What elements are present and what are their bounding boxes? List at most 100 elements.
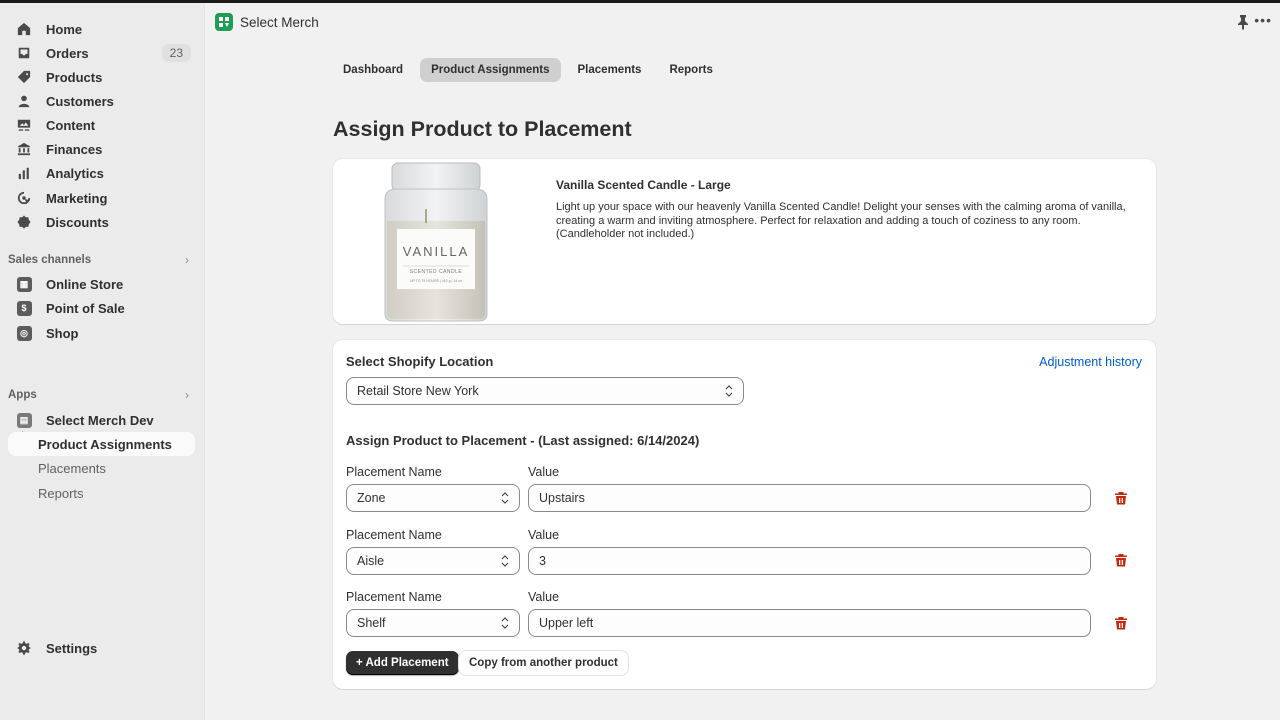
sidebar-item-label: Products	[46, 69, 103, 85]
location-label: Select Shopify Location	[346, 354, 494, 369]
product-image: VANILLA SCENTED CANDLE UP TO 75 HOURS | …	[384, 162, 488, 322]
app-title: Select Merch	[240, 14, 319, 30]
gear-icon	[16, 640, 32, 656]
placement-name-label: Placement Name	[346, 590, 442, 604]
placement-value-text: Upper left	[539, 616, 594, 630]
section-heading-label: Apps	[8, 389, 37, 401]
delete-icon[interactable]	[1114, 491, 1128, 505]
sidebar-item-label: Orders	[46, 45, 89, 61]
bank-icon	[16, 141, 32, 157]
store-icon: ▦	[16, 276, 32, 292]
select-updown-icon	[501, 492, 509, 504]
sidebar-item-label: Finances	[46, 141, 103, 157]
placement-value-input[interactable]: Upstairs	[528, 484, 1091, 512]
placement-name-value: Aisle	[357, 554, 385, 568]
adjustment-history-link[interactable]: Adjustment history	[1039, 355, 1142, 369]
image-small-text: UP TO 75 HOURS | 410 g / 14 oz	[410, 279, 462, 283]
sidebar-item-online-store[interactable]: ▦ Online Store	[8, 272, 195, 296]
person-icon	[16, 93, 32, 109]
orders-count-badge: 23	[161, 44, 191, 62]
sidebar-item-content[interactable]: Content	[8, 113, 195, 137]
placement-name-value: Zone	[357, 491, 386, 505]
sidebar-item-label: Discounts	[46, 214, 109, 230]
value-label: Value	[528, 528, 560, 542]
select-updown-icon	[501, 555, 509, 567]
select-updown-icon	[501, 617, 509, 629]
section-heading-label: Sales channels	[8, 254, 92, 266]
delete-icon[interactable]	[1114, 616, 1128, 630]
sidebar-item-label: Shop	[46, 325, 79, 341]
inbox-icon	[16, 45, 32, 61]
sidebar-item-label: Settings	[46, 640, 98, 656]
location-select[interactable]: Retail Store New York	[346, 377, 744, 405]
placement-name-select[interactable]: Shelf	[346, 609, 520, 637]
select-updown-icon	[725, 385, 733, 397]
sidebar-item-finances[interactable]: Finances	[8, 137, 195, 161]
product-card: VANILLA SCENTED CANDLE UP TO 75 HOURS | …	[333, 159, 1156, 324]
sidebar-subitem-placements[interactable]: Placements	[8, 456, 195, 480]
sidebar: Home Orders 23 Products Customers Conten…	[0, 3, 205, 720]
sidebar-item-marketing[interactable]: Marketing	[8, 186, 195, 210]
pos-icon: $	[16, 300, 32, 316]
sidebar-item-point-of-sale[interactable]: $ Point of Sale	[8, 296, 195, 320]
placement-value-text: 3	[539, 554, 546, 568]
value-label: Value	[528, 590, 560, 604]
placement-value-input[interactable]: Upper left	[528, 609, 1091, 637]
pin-icon[interactable]	[1236, 14, 1250, 30]
placement-name-select[interactable]: Aisle	[346, 547, 520, 575]
product-description: Light up your space with our heavenly Va…	[556, 201, 1126, 240]
tag-icon	[16, 69, 32, 85]
tab-dashboard[interactable]: Dashboard	[332, 58, 414, 82]
sidebar-item-label: Online Store	[46, 276, 124, 292]
copy-from-product-button[interactable]: Copy from another product	[459, 651, 628, 675]
app-tabs: Dashboard Product Assignments Placements…	[332, 58, 724, 82]
tab-reports[interactable]: Reports	[658, 58, 723, 82]
app-logo-icon	[215, 13, 233, 31]
app-header: Select Merch •••	[205, 3, 1280, 41]
apps-heading[interactable]: Apps ›	[8, 386, 195, 404]
product-name: Vanilla Scented Candle - Large	[556, 178, 731, 192]
sidebar-subitem-reports[interactable]: Reports	[8, 481, 195, 505]
sidebar-item-label: Point of Sale	[46, 300, 125, 316]
image-sublabel-text: SCENTED CANDLE	[410, 269, 463, 275]
placement-name-label: Placement Name	[346, 465, 442, 479]
sidebar-item-label: Content	[46, 117, 96, 133]
value-label: Value	[528, 465, 560, 479]
placement-name-label: Placement Name	[346, 528, 442, 542]
shop-icon: ◎	[16, 325, 32, 341]
add-placement-button[interactable]: + Add Placement	[346, 651, 459, 675]
sidebar-item-products[interactable]: Products	[8, 65, 195, 89]
sidebar-item-select-merch-dev[interactable]: ▤ Select Merch Dev	[8, 408, 195, 432]
location-select-value: Retail Store New York	[357, 384, 479, 398]
sidebar-item-analytics[interactable]: Analytics	[8, 161, 195, 185]
placement-value-input[interactable]: 3	[528, 547, 1091, 575]
discount-icon	[16, 214, 32, 230]
sidebar-item-discounts[interactable]: Discounts	[8, 210, 195, 234]
target-icon	[16, 190, 32, 206]
sidebar-item-orders[interactable]: Orders 23	[8, 41, 195, 65]
placement-form-card: Select Shopify Location Adjustment histo…	[333, 340, 1156, 689]
tab-placements[interactable]: Placements	[567, 58, 653, 82]
sidebar-item-shop[interactable]: ◎ Shop	[8, 321, 195, 345]
image-label-text: VANILLA	[403, 244, 470, 259]
chevron-right-icon: ›	[185, 253, 189, 267]
tab-product-assignments[interactable]: Product Assignments	[420, 58, 561, 82]
app-icon: ▤	[16, 412, 32, 428]
placement-name-select[interactable]: Zone	[346, 484, 520, 512]
assign-heading: Assign Product to Placement - (Last assi…	[346, 433, 700, 448]
sidebar-item-home[interactable]: Home	[8, 17, 195, 41]
more-options-icon[interactable]: •••	[1254, 12, 1272, 28]
sidebar-item-label: Marketing	[46, 190, 108, 206]
sidebar-item-label: Select Merch Dev	[46, 412, 154, 428]
image-icon	[16, 117, 32, 133]
sidebar-subitem-product-assignments[interactable]: Product Assignments	[8, 432, 195, 456]
placement-name-value: Shelf	[357, 616, 386, 630]
sales-channels-heading[interactable]: Sales channels ›	[8, 251, 195, 269]
sidebar-item-label: Customers	[46, 93, 114, 109]
sidebar-item-customers[interactable]: Customers	[8, 89, 195, 113]
home-icon	[16, 21, 32, 37]
delete-icon[interactable]	[1114, 553, 1128, 567]
sidebar-item-settings[interactable]: Settings	[8, 636, 195, 660]
bar-chart-icon	[16, 165, 32, 181]
chevron-right-icon: ›	[185, 388, 189, 402]
